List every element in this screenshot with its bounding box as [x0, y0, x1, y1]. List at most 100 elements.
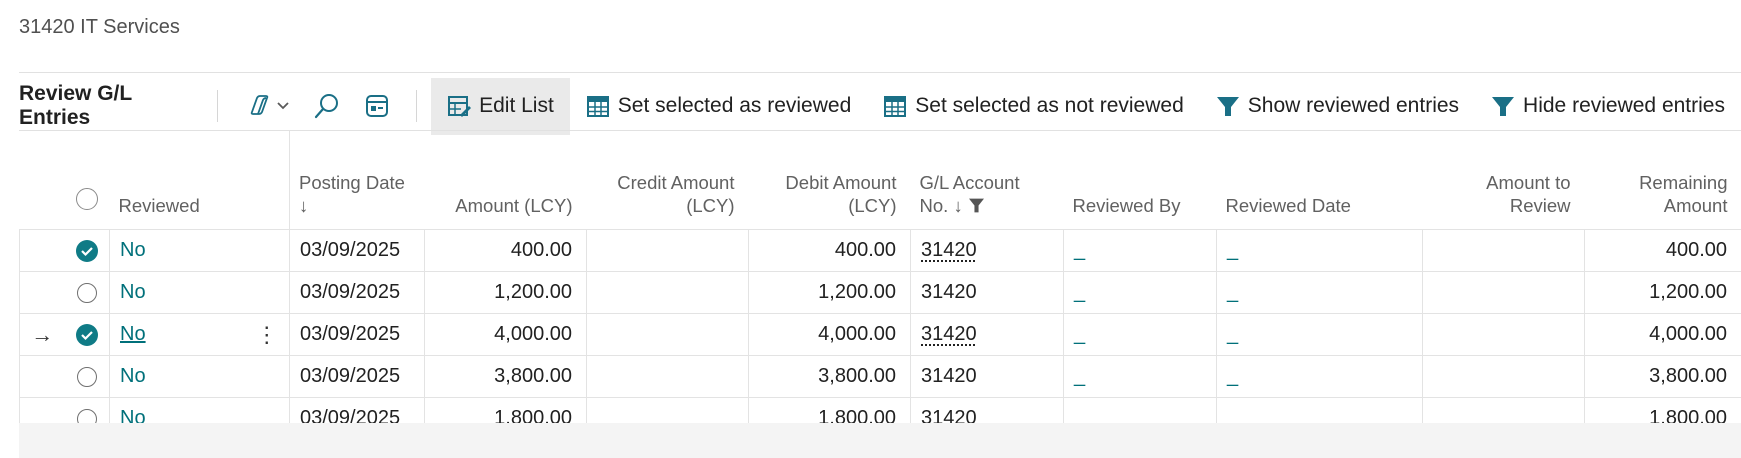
debit-cell[interactable]: 3,800.00: [748, 355, 911, 398]
reviewed-by-value[interactable]: _: [1074, 323, 1085, 345]
reviewed-by-cell[interactable]: _: [1063, 313, 1217, 356]
reviewed-cell[interactable]: No: [109, 355, 245, 398]
hide-reviewed-label: Hide reviewed entries: [1523, 94, 1725, 117]
table-row-current[interactable]: → No ⋮ 03/09/2025 4,000.00 4,000.00 3142…: [19, 313, 1741, 356]
row-select-checkbox[interactable]: [64, 229, 110, 272]
remaining-cell[interactable]: 400.00: [1584, 229, 1741, 272]
show-reviewed-button[interactable]: Show reviewed entries: [1200, 78, 1475, 135]
table-row[interactable]: No 03/09/2025 400.00 400.00 31420 _ _ 40…: [19, 229, 1741, 272]
select-all-checkbox[interactable]: [64, 131, 110, 230]
col-debit-amount[interactable]: Debit Amount (LCY): [748, 131, 911, 230]
row-indicator: [19, 355, 65, 398]
gl-account-value[interactable]: 31420: [921, 239, 977, 261]
filter-icon: [968, 198, 984, 213]
current-row-arrow: →: [19, 313, 65, 356]
reviewed-date-value[interactable]: _: [1227, 365, 1238, 387]
row-select-checkbox[interactable]: [64, 355, 110, 398]
table-header: Reviewed Posting Date ↓ Amount (LCY) Cred…: [19, 131, 1741, 230]
table-row[interactable]: No 03/09/2025 1,200.00 1,200.00 31420 _ …: [19, 271, 1741, 314]
gl-account-cell[interactable]: 31420: [910, 229, 1064, 272]
remaining-cell[interactable]: 1,200.00: [1584, 271, 1741, 314]
gl-account-cell[interactable]: 31420: [910, 313, 1064, 356]
reviewed-value[interactable]: No: [120, 281, 146, 303]
reviewed-by-cell[interactable]: _: [1063, 229, 1217, 272]
posting-date-cell[interactable]: 03/09/2025: [289, 313, 425, 356]
hide-reviewed-button[interactable]: Hide reviewed entries: [1475, 78, 1741, 135]
col-gl-account[interactable]: G/L Account No. ↓: [910, 131, 1064, 230]
amount-to-review-cell[interactable]: [1422, 355, 1585, 398]
row-select-checkbox[interactable]: [64, 271, 110, 314]
reviewed-date-cell[interactable]: _: [1216, 355, 1423, 398]
reviewed-cell[interactable]: No: [109, 271, 245, 314]
col-amount-to-review[interactable]: Amount to Review: [1422, 131, 1585, 230]
col-amount-lcy[interactable]: Amount (LCY): [424, 131, 587, 230]
col-posting-date[interactable]: Posting Date ↓: [289, 131, 425, 230]
credit-cell[interactable]: [586, 355, 749, 398]
edit-list-button[interactable]: Edit List: [431, 77, 570, 135]
col-reviewed[interactable]: Reviewed: [109, 131, 245, 230]
row-select-checkbox[interactable]: [64, 313, 110, 356]
credit-cell[interactable]: [586, 313, 749, 356]
reviewed-by-cell[interactable]: _: [1063, 355, 1217, 398]
amount-to-review-cell[interactable]: [1422, 313, 1585, 356]
amount-cell[interactable]: 3,800.00: [424, 355, 587, 398]
reviewed-cell[interactable]: No: [109, 229, 245, 272]
more-options-icon[interactable]: ⋮: [256, 322, 278, 347]
remaining-cell[interactable]: 4,000.00: [1584, 313, 1741, 356]
divider: [416, 90, 418, 122]
copilot-menu-button[interactable]: [232, 83, 302, 129]
posting-date-cell[interactable]: 03/09/2025: [289, 271, 425, 314]
reviewed-date-value[interactable]: _: [1227, 323, 1238, 345]
table-icon: [586, 96, 609, 117]
list-footer: [19, 423, 1741, 458]
col-reviewed-date[interactable]: Reviewed Date: [1216, 131, 1423, 230]
posting-date-cell[interactable]: 03/09/2025: [289, 229, 425, 272]
reviewed-by-value[interactable]: _: [1074, 281, 1085, 303]
credit-cell[interactable]: [586, 229, 749, 272]
col-remaining-amount[interactable]: Remaining Amount: [1584, 131, 1741, 230]
amount-cell[interactable]: 400.00: [424, 229, 587, 272]
reviewed-cell[interactable]: No: [109, 313, 245, 356]
set-reviewed-button[interactable]: Set selected as reviewed: [570, 78, 867, 135]
gl-account-cell[interactable]: 31420: [910, 355, 1064, 398]
reviewed-value[interactable]: No: [120, 323, 146, 345]
debit-cell[interactable]: 400.00: [748, 229, 911, 272]
debit-cell[interactable]: 1,200.00: [748, 271, 911, 314]
reviewed-by-value[interactable]: _: [1074, 239, 1085, 261]
amount-to-review-cell[interactable]: [1422, 229, 1585, 272]
show-as-button[interactable]: [352, 83, 402, 129]
row-indicator: [19, 229, 65, 272]
reviewed-value[interactable]: No: [120, 239, 146, 261]
reviewed-by-value[interactable]: _: [1074, 365, 1085, 387]
table-row[interactable]: No 03/09/2025 3,800.00 3,800.00 31420 _ …: [19, 355, 1741, 398]
set-not-reviewed-button[interactable]: Set selected as not reviewed: [867, 78, 1200, 135]
reviewed-date-cell[interactable]: _: [1216, 229, 1423, 272]
col-credit-amount-label: Credit Amount: [617, 172, 735, 193]
page-title: 31420 IT Services: [19, 16, 180, 38]
gl-account-cell[interactable]: 31420: [910, 271, 1064, 314]
amount-cell[interactable]: 1,200.00: [424, 271, 587, 314]
unchecked-icon: [76, 366, 97, 387]
amount-to-review-cell[interactable]: [1422, 271, 1585, 314]
remaining-cell[interactable]: 3,800.00: [1584, 355, 1741, 398]
search-button[interactable]: [302, 83, 352, 129]
col-credit-amount[interactable]: Credit Amount (LCY): [586, 131, 749, 230]
row-menu-cell: [244, 355, 290, 398]
posting-date-cell[interactable]: 03/09/2025: [289, 355, 425, 398]
gl-account-value[interactable]: 31420: [921, 323, 977, 345]
row-menu-cell[interactable]: ⋮: [244, 313, 290, 356]
reviewed-date-value[interactable]: _: [1227, 281, 1238, 303]
search-icon: [315, 94, 339, 119]
amount-cell[interactable]: 4,000.00: [424, 313, 587, 356]
reviewed-date-cell[interactable]: _: [1216, 313, 1423, 356]
edit-list-label: Edit List: [479, 94, 554, 117]
reviewed-value[interactable]: No: [120, 365, 146, 387]
credit-cell[interactable]: [586, 271, 749, 314]
debit-cell[interactable]: 4,000.00: [748, 313, 911, 356]
reviewed-date-value[interactable]: _: [1227, 239, 1238, 261]
gl-account-value[interactable]: 31420: [921, 281, 977, 303]
col-reviewed-by[interactable]: Reviewed By: [1063, 131, 1217, 230]
reviewed-by-cell[interactable]: _: [1063, 271, 1217, 314]
reviewed-date-cell[interactable]: _: [1216, 271, 1423, 314]
gl-account-value[interactable]: 31420: [921, 365, 977, 387]
